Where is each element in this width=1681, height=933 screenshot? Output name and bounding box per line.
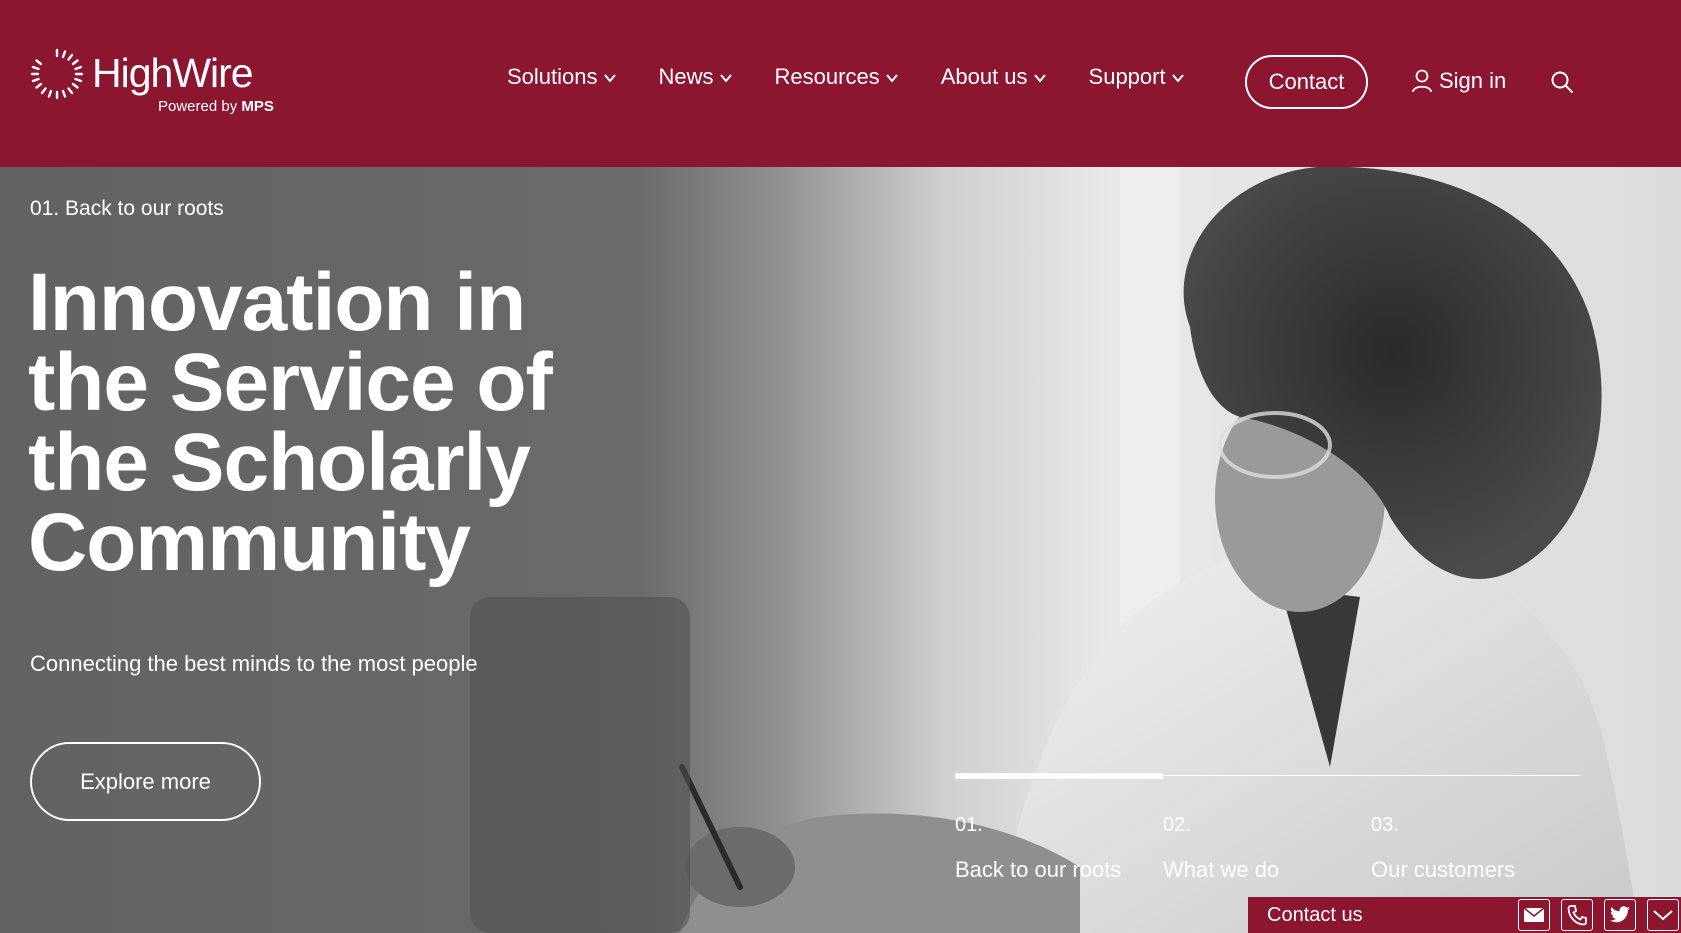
- sign-in-link[interactable]: Sign in: [1411, 68, 1506, 94]
- hero-carousel: 01. Back to our roots Innovation in the …: [0, 167, 1681, 933]
- chevron-down-icon: [603, 74, 616, 83]
- hero-headline: Innovation in the Service of the Scholar…: [28, 257, 553, 588]
- site-header: HighWire Powered by MPS Solutions News R…: [0, 0, 1681, 167]
- slide-tab-number: 02.: [1163, 814, 1191, 836]
- hero-subline: Connecting the best minds to the most pe…: [30, 651, 478, 676]
- nav-label: Support: [1088, 64, 1166, 89]
- highwire-logo[interactable]: HighWire Powered by MPS: [29, 44, 289, 120]
- contact-button[interactable]: Contact: [1245, 55, 1368, 109]
- nav-item-news[interactable]: News: [659, 64, 733, 90]
- twitter-button[interactable]: [1604, 899, 1636, 931]
- nav-label: About us: [940, 64, 1028, 89]
- chevron-down-icon: [1033, 74, 1046, 83]
- search-icon: [1551, 71, 1573, 93]
- powered-by: Powered by MPS: [158, 98, 274, 115]
- phone-icon: [1567, 905, 1587, 926]
- nav-item-support[interactable]: Support: [1089, 64, 1185, 90]
- contact-us-bar[interactable]: Contact us: [1248, 897, 1681, 933]
- slide-tab-back-to-our-roots[interactable]: 01. Back to our roots: [955, 814, 1121, 883]
- contact-us-label: Contact us: [1267, 903, 1363, 926]
- collapse-button[interactable]: [1647, 899, 1679, 931]
- nav-label: Resources: [774, 64, 880, 89]
- logo-burst-icon: [30, 48, 84, 100]
- chevron-down-icon: [885, 74, 898, 83]
- sign-in-label: Sign in: [1439, 68, 1507, 93]
- powered-prefix: Powered by: [158, 98, 238, 115]
- nav-label: News: [658, 64, 714, 89]
- progress-fill: [955, 773, 1164, 779]
- nav-item-resources[interactable]: Resources: [775, 64, 899, 90]
- main-nav: Solutions News Resources About us Suppor…: [507, 64, 1227, 90]
- slide-tab-number: 03.: [1371, 814, 1399, 836]
- search-button[interactable]: [1550, 70, 1574, 99]
- powered-brand: MPS: [241, 98, 274, 115]
- explore-more-button[interactable]: Explore more: [30, 742, 261, 821]
- chevron-down-icon: [719, 74, 732, 83]
- chevron-down-icon: [1653, 910, 1673, 921]
- mail-button[interactable]: [1518, 899, 1550, 931]
- slide-tab-number: 01.: [955, 814, 983, 836]
- slide-tab-label: What we do: [1163, 857, 1280, 882]
- slide-tab-what-we-do[interactable]: 02. What we do: [1163, 814, 1279, 883]
- nav-item-solutions[interactable]: Solutions: [507, 64, 617, 90]
- nav-label: Solutions: [507, 64, 598, 89]
- phone-button[interactable]: [1561, 899, 1593, 931]
- nav-item-about-us[interactable]: About us: [941, 64, 1047, 90]
- slide-tab-label: Back to our roots: [955, 857, 1122, 882]
- mail-icon: [1523, 907, 1545, 922]
- twitter-icon: [1610, 906, 1630, 923]
- slide-tab-label: Our customers: [1371, 857, 1516, 882]
- user-icon: [1412, 69, 1432, 93]
- chevron-down-icon: [1171, 74, 1184, 83]
- carousel-progress: [955, 772, 1580, 780]
- hero-eyebrow: 01. Back to our roots: [30, 197, 224, 220]
- brand-name: HighWire: [92, 50, 254, 96]
- slide-tab-our-customers[interactable]: 03. Our customers: [1371, 814, 1515, 883]
